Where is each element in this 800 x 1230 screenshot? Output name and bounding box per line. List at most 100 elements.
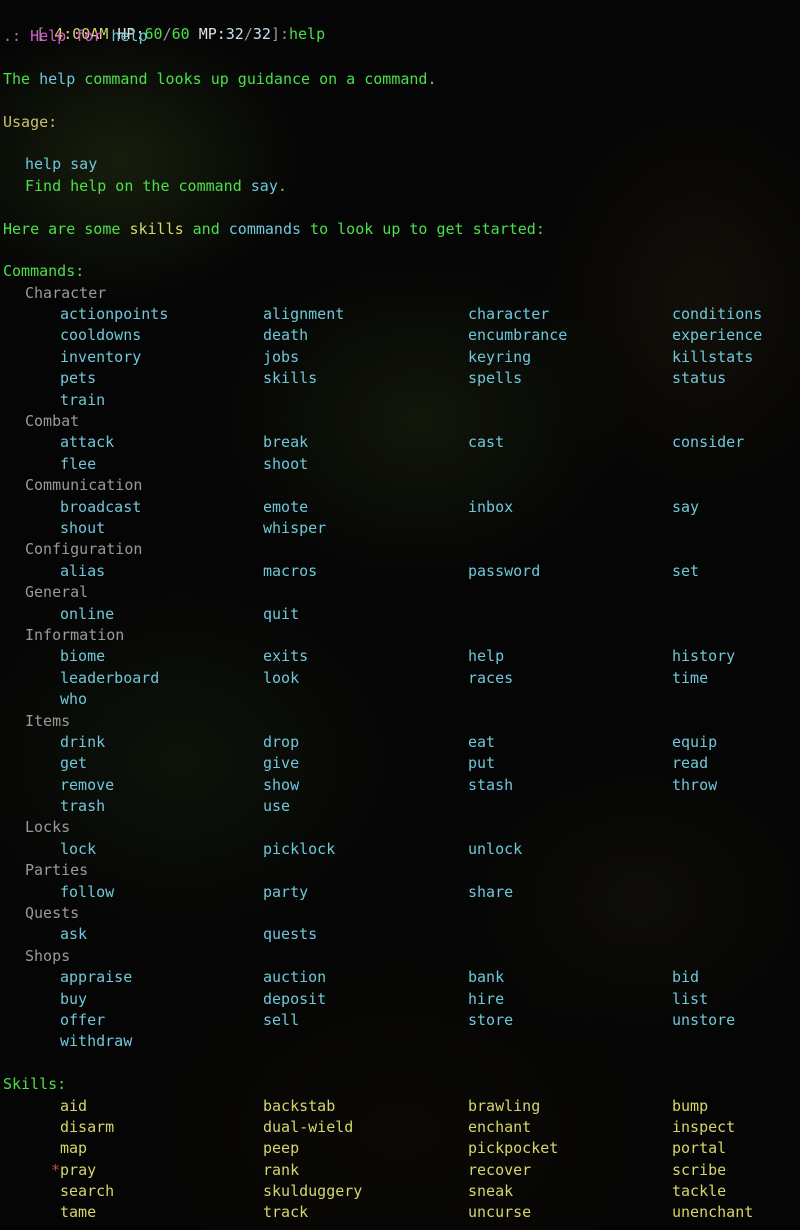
command-drink[interactable]: drink xyxy=(60,732,105,753)
command-train[interactable]: train xyxy=(60,390,105,411)
skill-aid[interactable]: aid xyxy=(60,1097,87,1115)
command-give[interactable]: give xyxy=(263,753,299,774)
skill-enchant[interactable]: enchant xyxy=(468,1118,531,1136)
skill-skulduggery[interactable]: skulduggery xyxy=(263,1182,362,1200)
command-jobs[interactable]: jobs xyxy=(263,347,299,368)
command-killstats[interactable]: killstats xyxy=(672,347,753,368)
skill-peep[interactable]: peep xyxy=(263,1139,299,1157)
command-drop[interactable]: drop xyxy=(263,732,299,753)
command-lock[interactable]: lock xyxy=(60,839,96,860)
command-who[interactable]: who xyxy=(60,689,87,710)
command-show[interactable]: show xyxy=(263,775,299,796)
command-hire[interactable]: hire xyxy=(468,989,504,1010)
command-time[interactable]: time xyxy=(672,668,708,689)
command-encumbrance[interactable]: encumbrance xyxy=(468,325,567,346)
command-auction[interactable]: auction xyxy=(263,967,326,988)
command-look[interactable]: look xyxy=(263,668,299,689)
command-death[interactable]: death xyxy=(263,325,308,346)
skill-bump[interactable]: bump xyxy=(672,1097,708,1115)
command-actionpoints[interactable]: actionpoints xyxy=(60,304,168,325)
command-exits[interactable]: exits xyxy=(263,646,308,667)
skill-uncurse[interactable]: uncurse xyxy=(468,1203,531,1221)
command-set[interactable]: set xyxy=(672,561,699,582)
command-quests[interactable]: quests xyxy=(263,924,317,945)
command-equip[interactable]: equip xyxy=(672,732,717,753)
command-shout[interactable]: shout xyxy=(60,518,105,539)
skill-disarm[interactable]: disarm xyxy=(60,1118,114,1136)
command-alias[interactable]: alias xyxy=(60,561,105,582)
command-unlock[interactable]: unlock xyxy=(468,839,522,860)
command-online[interactable]: online xyxy=(60,604,114,625)
skill-unenchant[interactable]: unenchant xyxy=(672,1203,753,1221)
command-leaderboard[interactable]: leaderboard xyxy=(60,668,159,689)
command-experience[interactable]: experience xyxy=(672,325,762,346)
command-say[interactable]: say xyxy=(672,497,699,518)
skill-backstab[interactable]: backstab xyxy=(263,1097,335,1115)
skill-sneak[interactable]: sneak xyxy=(468,1182,513,1200)
command-appraise[interactable]: appraise xyxy=(60,967,132,988)
command-unstore[interactable]: unstore xyxy=(672,1010,735,1031)
skill-inspect[interactable]: inspect xyxy=(672,1118,735,1136)
command-party[interactable]: party xyxy=(263,882,308,903)
skill-map[interactable]: map xyxy=(60,1139,87,1157)
command-remove[interactable]: remove xyxy=(60,775,114,796)
skill-pray[interactable]: pray xyxy=(60,1161,96,1179)
command-trash[interactable]: trash xyxy=(60,796,105,817)
command-stash[interactable]: stash xyxy=(468,775,513,796)
skill-tackle[interactable]: tackle xyxy=(672,1182,726,1200)
command-bid[interactable]: bid xyxy=(672,967,699,988)
command-break[interactable]: break xyxy=(263,432,308,453)
command-withdraw[interactable]: withdraw xyxy=(60,1031,132,1052)
skill-track[interactable]: track xyxy=(263,1203,308,1221)
command-share[interactable]: share xyxy=(468,882,513,903)
command-history[interactable]: history xyxy=(672,646,735,667)
command-get[interactable]: get xyxy=(60,753,87,774)
command-attack[interactable]: attack xyxy=(60,432,114,453)
skill-rank[interactable]: rank xyxy=(263,1161,299,1179)
command-password[interactable]: password xyxy=(468,561,540,582)
command-help[interactable]: help xyxy=(468,646,504,667)
command-biome[interactable]: biome xyxy=(60,646,105,667)
command-buy[interactable]: buy xyxy=(60,989,87,1010)
skill-tame[interactable]: tame xyxy=(60,1203,96,1221)
command-follow[interactable]: follow xyxy=(60,882,114,903)
skill-dual-wield[interactable]: dual-wield xyxy=(263,1118,353,1136)
command-read[interactable]: read xyxy=(672,753,708,774)
command-emote[interactable]: emote xyxy=(263,497,308,518)
command-store[interactable]: store xyxy=(468,1010,513,1031)
command-status[interactable]: status xyxy=(672,368,726,389)
command-races[interactable]: races xyxy=(468,668,513,689)
command-list[interactable]: list xyxy=(672,989,708,1010)
command-character[interactable]: character xyxy=(468,304,549,325)
skill-scribe[interactable]: scribe xyxy=(672,1161,726,1179)
command-put[interactable]: put xyxy=(468,753,495,774)
command-offer[interactable]: offer xyxy=(60,1010,105,1031)
command-spells[interactable]: spells xyxy=(468,368,522,389)
command-shoot[interactable]: shoot xyxy=(263,454,308,475)
command-picklock[interactable]: picklock xyxy=(263,839,335,860)
command-keyring[interactable]: keyring xyxy=(468,347,531,368)
skill-recover[interactable]: recover xyxy=(468,1161,531,1179)
skill-search[interactable]: search xyxy=(60,1182,114,1200)
command-cast[interactable]: cast xyxy=(468,432,504,453)
command-sell[interactable]: sell xyxy=(263,1010,299,1031)
command-consider[interactable]: consider xyxy=(672,432,744,453)
skill-portal[interactable]: portal xyxy=(672,1139,726,1157)
command-inbox[interactable]: inbox xyxy=(468,497,513,518)
command-whisper[interactable]: whisper xyxy=(263,518,326,539)
command-broadcast[interactable]: broadcast xyxy=(60,497,141,518)
command-bank[interactable]: bank xyxy=(468,967,504,988)
command-quit[interactable]: quit xyxy=(263,604,299,625)
command-alignment[interactable]: alignment xyxy=(263,304,344,325)
command-cooldowns[interactable]: cooldowns xyxy=(60,325,141,346)
command-ask[interactable]: ask xyxy=(60,924,87,945)
command-flee[interactable]: flee xyxy=(60,454,96,475)
command-skills[interactable]: skills xyxy=(263,368,317,389)
command-throw[interactable]: throw xyxy=(672,775,717,796)
command-eat[interactable]: eat xyxy=(468,732,495,753)
command-macros[interactable]: macros xyxy=(263,561,317,582)
skill-pickpocket[interactable]: pickpocket xyxy=(468,1139,558,1157)
command-conditions[interactable]: conditions xyxy=(672,304,762,325)
skill-brawling[interactable]: brawling xyxy=(468,1097,540,1115)
command-use[interactable]: use xyxy=(263,796,290,817)
